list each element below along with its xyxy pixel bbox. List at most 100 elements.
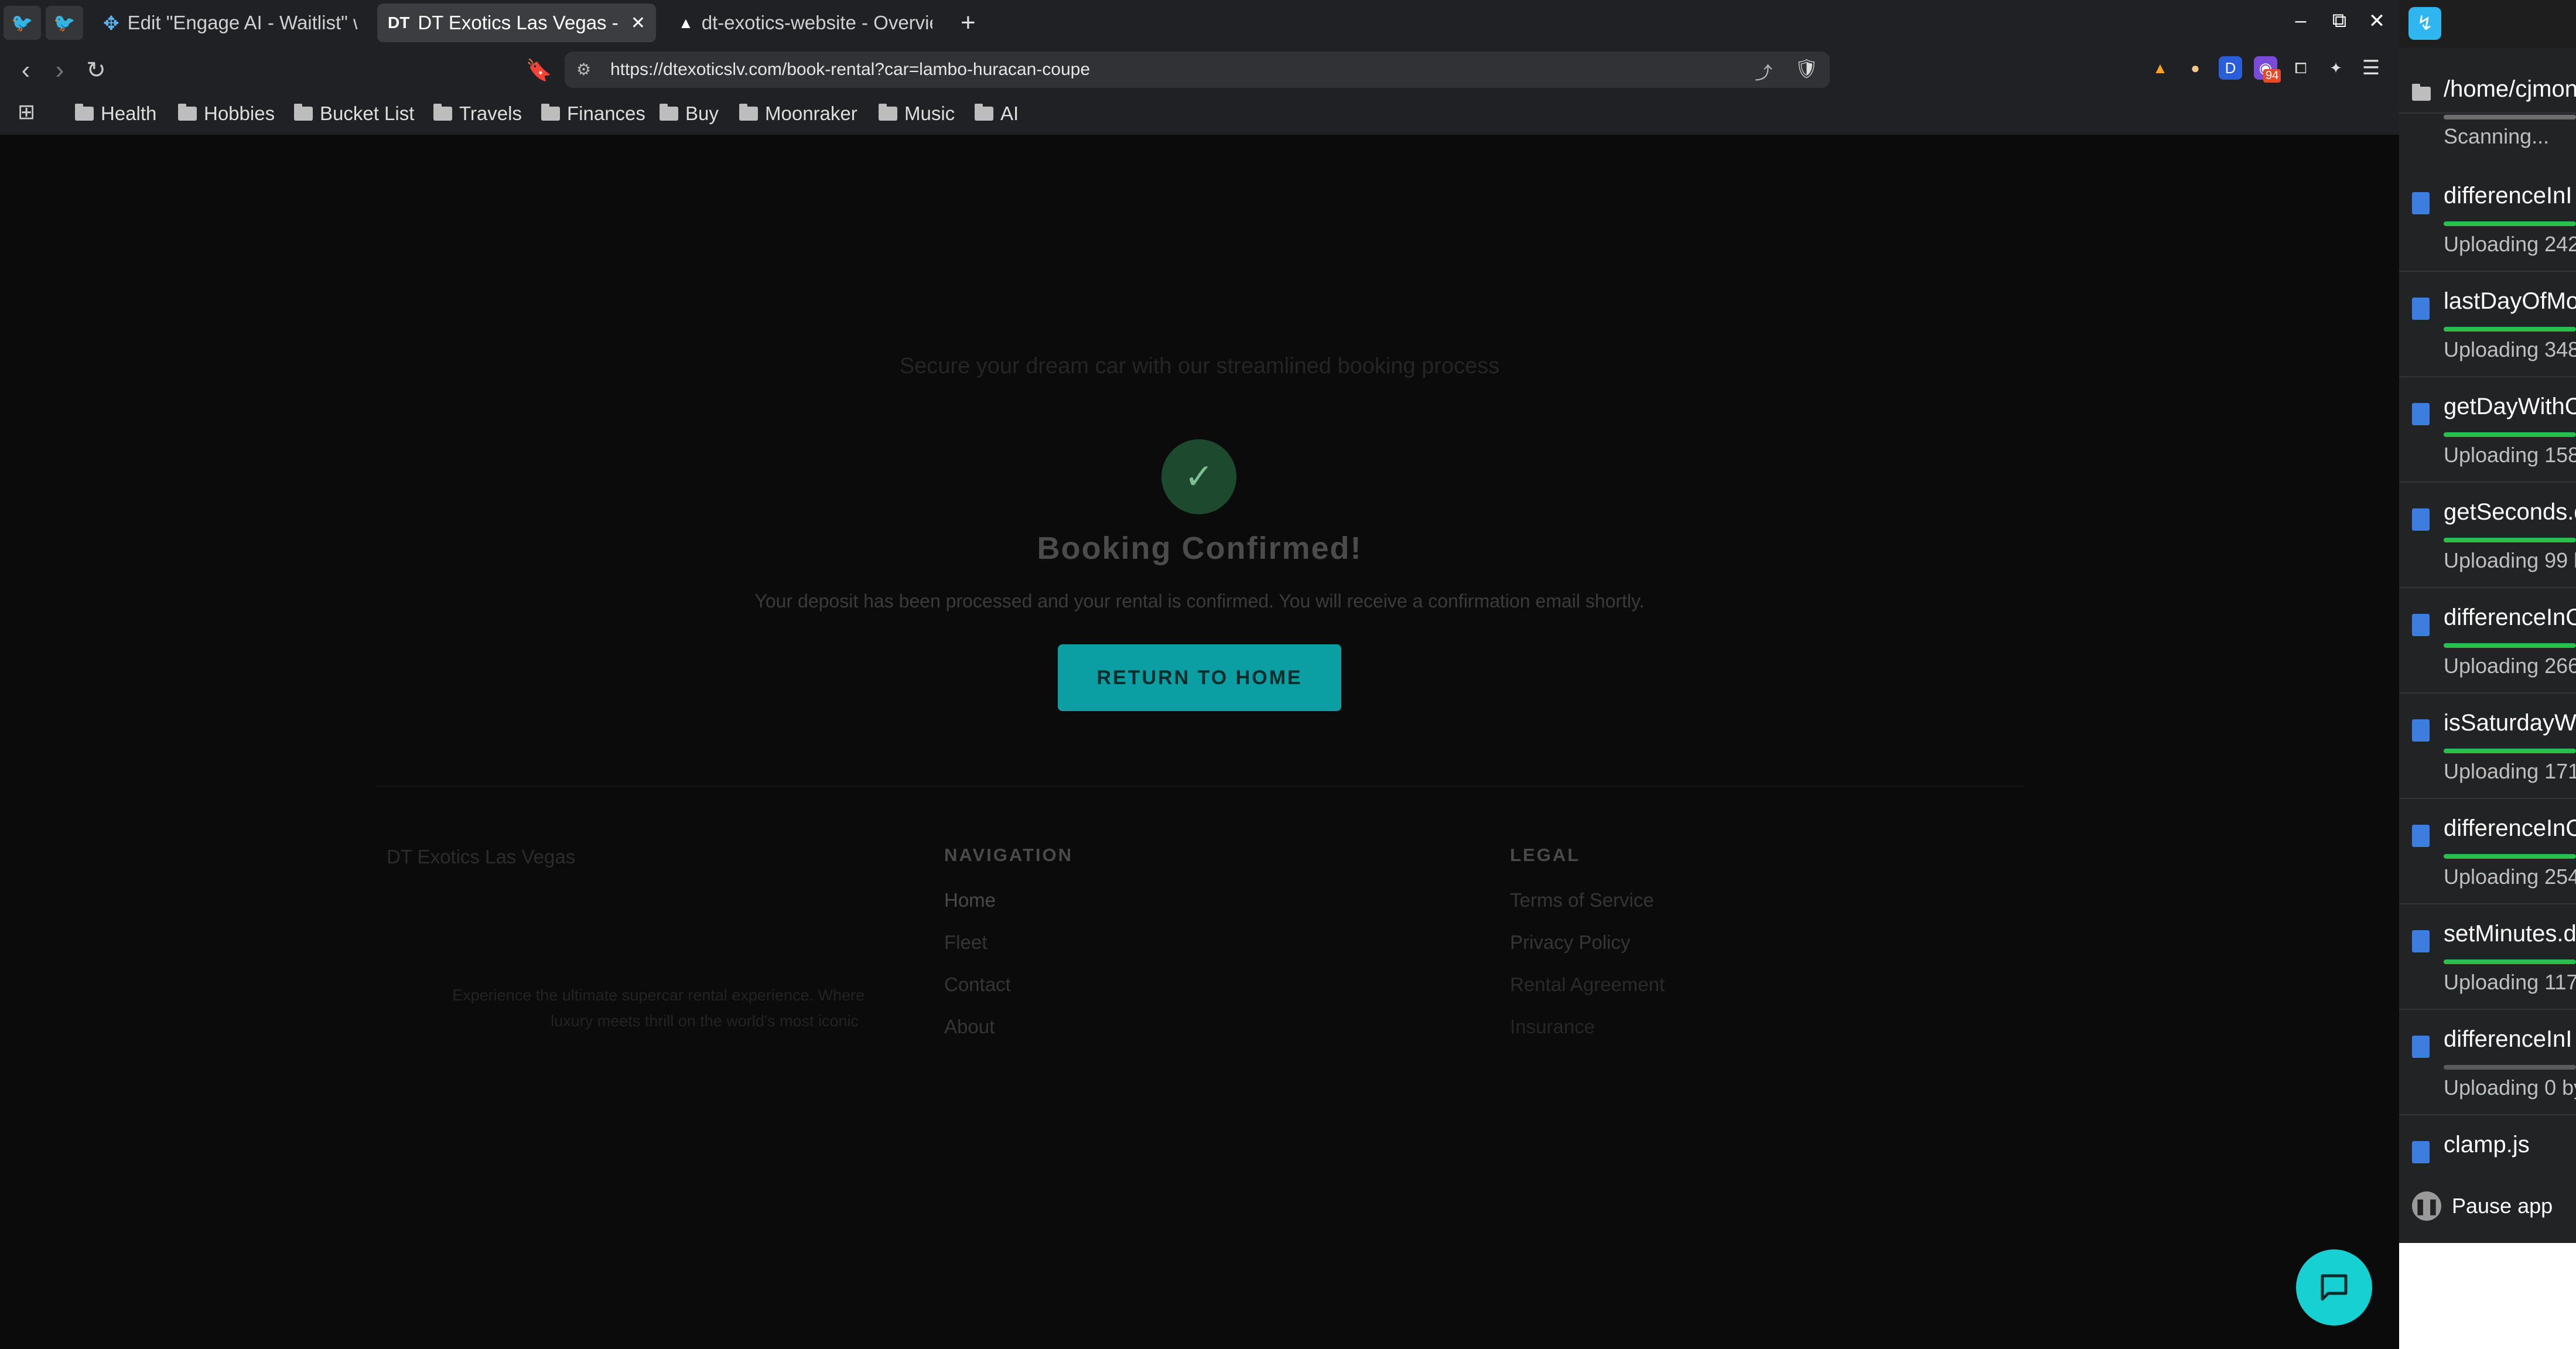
sync-file-item[interactable]: getSeconds.d Uploading 99 b — [2399, 481, 2576, 588]
shield-icon[interactable]: 🛡 — [1795, 57, 1819, 80]
file-name: setMinutes.d — [2444, 921, 2576, 947]
tab-dt-exotics[interactable]: DT DT Exotics Las Vegas - P ✕ — [377, 4, 656, 42]
sparkle-icon: ✥ — [103, 12, 119, 34]
file-status: Uploading 254 — [2444, 865, 2576, 889]
tab-engage-ai[interactable]: ✥ Edit "Engage AI - Waitlist" w — [93, 4, 368, 42]
bookmark-label: Buy — [685, 103, 719, 124]
url-text[interactable]: https://dtexoticslv.com/book-rental?car=… — [610, 60, 1090, 80]
bookmark-folder-finances[interactable]: Finances — [541, 98, 645, 129]
tab-label: DT Exotics Las Vegas - P — [418, 12, 623, 33]
file-progress-bar — [2444, 643, 2576, 648]
bookmark-folder-moonraker[interactable]: Moonraker — [739, 98, 857, 129]
bookmark-folder-music[interactable]: Music — [879, 98, 955, 129]
leo-ai-icon[interactable]: ✦ — [2324, 56, 2348, 80]
bookmark-folder-bucket-list[interactable]: Bucket List — [294, 98, 414, 129]
footer-link-about[interactable]: About — [944, 1016, 995, 1038]
file-status: Uploading 158 — [2444, 443, 2576, 467]
folder-path: /home/cjmon — [2444, 76, 2576, 102]
footer-link-home[interactable]: Home — [944, 889, 996, 911]
footer-link-contact[interactable]: Contact — [944, 974, 1011, 996]
folder-icon — [660, 104, 678, 121]
minimize-icon[interactable]: – — [2288, 9, 2314, 32]
sync-file-item[interactable]: isSaturdayW Uploading 171 — [2399, 692, 2576, 799]
forward-icon[interactable]: › — [43, 56, 76, 84]
pause-icon: ❚❚ — [2412, 1191, 2441, 1221]
file-progress-bar — [2444, 538, 2576, 542]
pause-label: Pause app — [2452, 1194, 2553, 1218]
file-status: Uploading 266 — [2444, 654, 2576, 678]
sync-file-item[interactable]: differenceInI Uploading 242 — [2399, 165, 2576, 272]
bookmark-label: AI — [1000, 103, 1019, 124]
bookmark-label: Moonraker — [765, 103, 857, 124]
sync-folder-item[interactable]: /home/cjmon Scanning... — [2399, 48, 2576, 148]
back-icon[interactable]: ‹ — [9, 56, 42, 84]
footer-link-privacy[interactable]: Privacy Policy — [1510, 931, 1630, 954]
bookmark-icon[interactable]: 🔖 — [522, 56, 555, 84]
pinned-tab-2[interactable]: 🐦 — [46, 6, 83, 40]
folder-icon — [975, 104, 993, 121]
sync-file-item[interactable]: lastDayOfMo Uploading 348 — [2399, 271, 2576, 377]
pinned-tab-1[interactable]: 🐦 — [4, 6, 41, 40]
return-home-button[interactable]: RETURN TO HOME — [1058, 644, 1341, 711]
bookmark-folder-health[interactable]: Health — [75, 98, 156, 129]
sync-file-item[interactable]: differenceInI Uploading 0 by — [2399, 1009, 2576, 1115]
file-icon — [2412, 192, 2430, 214]
sync-file-item[interactable]: differenceInC Uploading 266 — [2399, 587, 2576, 694]
apps-grid-icon[interactable]: ⊞ — [18, 100, 35, 124]
bookmark-label: Health — [101, 103, 157, 124]
extension-icon-2[interactable]: ● — [2184, 56, 2207, 80]
file-name: differenceInC — [2444, 605, 2576, 630]
file-name: getDayWithC — [2444, 394, 2576, 419]
file-status: Uploading 171 — [2444, 759, 2576, 783]
pause-app-button[interactable]: ❚❚ Pause app — [2399, 1174, 2576, 1238]
extension-badge: 94 — [2263, 69, 2281, 83]
bookmark-label: Bucket List — [320, 103, 415, 124]
reload-icon[interactable]: ↻ — [80, 56, 112, 84]
restore-icon[interactable]: ⧉ — [2326, 9, 2352, 32]
bookmark-folder-travels[interactable]: Travels — [433, 98, 522, 129]
dt-logo-icon: DT — [388, 13, 410, 32]
share-icon[interactable]: ⤴ — [1755, 59, 1772, 84]
file-name: differenceInC — [2444, 815, 2576, 841]
footer-link-rental-agreement[interactable]: Rental Agreement — [1510, 974, 1665, 996]
chat-button[interactable] — [2296, 1249, 2372, 1326]
puzzle-icon[interactable]: ⧠ — [2289, 56, 2312, 80]
extension-icon-3[interactable]: D — [2219, 56, 2242, 80]
site-settings-icon[interactable]: ⚙ — [576, 60, 591, 79]
footer-link-terms[interactable]: Terms of Service — [1510, 889, 1654, 911]
footer-link-insurance[interactable]: Insurance — [1510, 1016, 1595, 1038]
bookmark-folder-ai[interactable]: AI — [975, 98, 1019, 129]
folder-icon — [739, 104, 758, 121]
file-name: lastDayOfMo — [2444, 288, 2576, 314]
folder-status: Scanning... — [2444, 124, 2550, 148]
footer-tagline-line1: Experience the ultimate supercar rental … — [452, 986, 865, 1004]
file-icon — [2412, 614, 2430, 636]
bookmark-folder-hobbies[interactable]: Hobbies — [178, 98, 275, 129]
folder-progress-bar — [2444, 115, 2576, 119]
menu-icon[interactable]: ☰ — [2359, 56, 2383, 80]
page-subtitle: Secure your dream car with our streamlin… — [899, 354, 1500, 378]
bookmark-folder-buy[interactable]: Buy — [660, 98, 719, 129]
close-tab-icon[interactable]: ✕ — [631, 13, 645, 33]
extension-icon-1[interactable]: ▲ — [2148, 56, 2172, 80]
file-progress-bar — [2444, 221, 2576, 226]
file-icon — [2412, 508, 2430, 531]
folder-icon — [2412, 84, 2431, 101]
sync-file-item[interactable]: getDayWithC Uploading 158 — [2399, 376, 2576, 483]
sync-file-item[interactable]: differenceInC Uploading 254 — [2399, 798, 2576, 904]
file-icon — [2412, 825, 2430, 847]
tab-label: Edit "Engage AI - Waitlist" w — [127, 12, 357, 33]
file-icon — [2412, 403, 2430, 425]
bookmark-label: Hobbies — [204, 103, 275, 124]
file-status: Uploading 117 — [2444, 970, 2576, 994]
close-window-icon[interactable]: ✕ — [2364, 9, 2390, 33]
file-progress-bar — [2444, 1065, 2576, 1070]
new-tab-button[interactable]: + — [961, 8, 976, 37]
file-icon — [2412, 930, 2430, 952]
sync-file-item[interactable]: setMinutes.d Uploading 117 — [2399, 903, 2576, 1010]
footer-link-fleet[interactable]: Fleet — [944, 931, 987, 954]
file-status: Uploading 242 — [2444, 232, 2576, 256]
tab-dt-exotics-website[interactable]: ▲ dt-exotics-website - Overvie — [668, 4, 943, 42]
file-icon — [2412, 1141, 2430, 1163]
folder-icon — [178, 104, 197, 121]
